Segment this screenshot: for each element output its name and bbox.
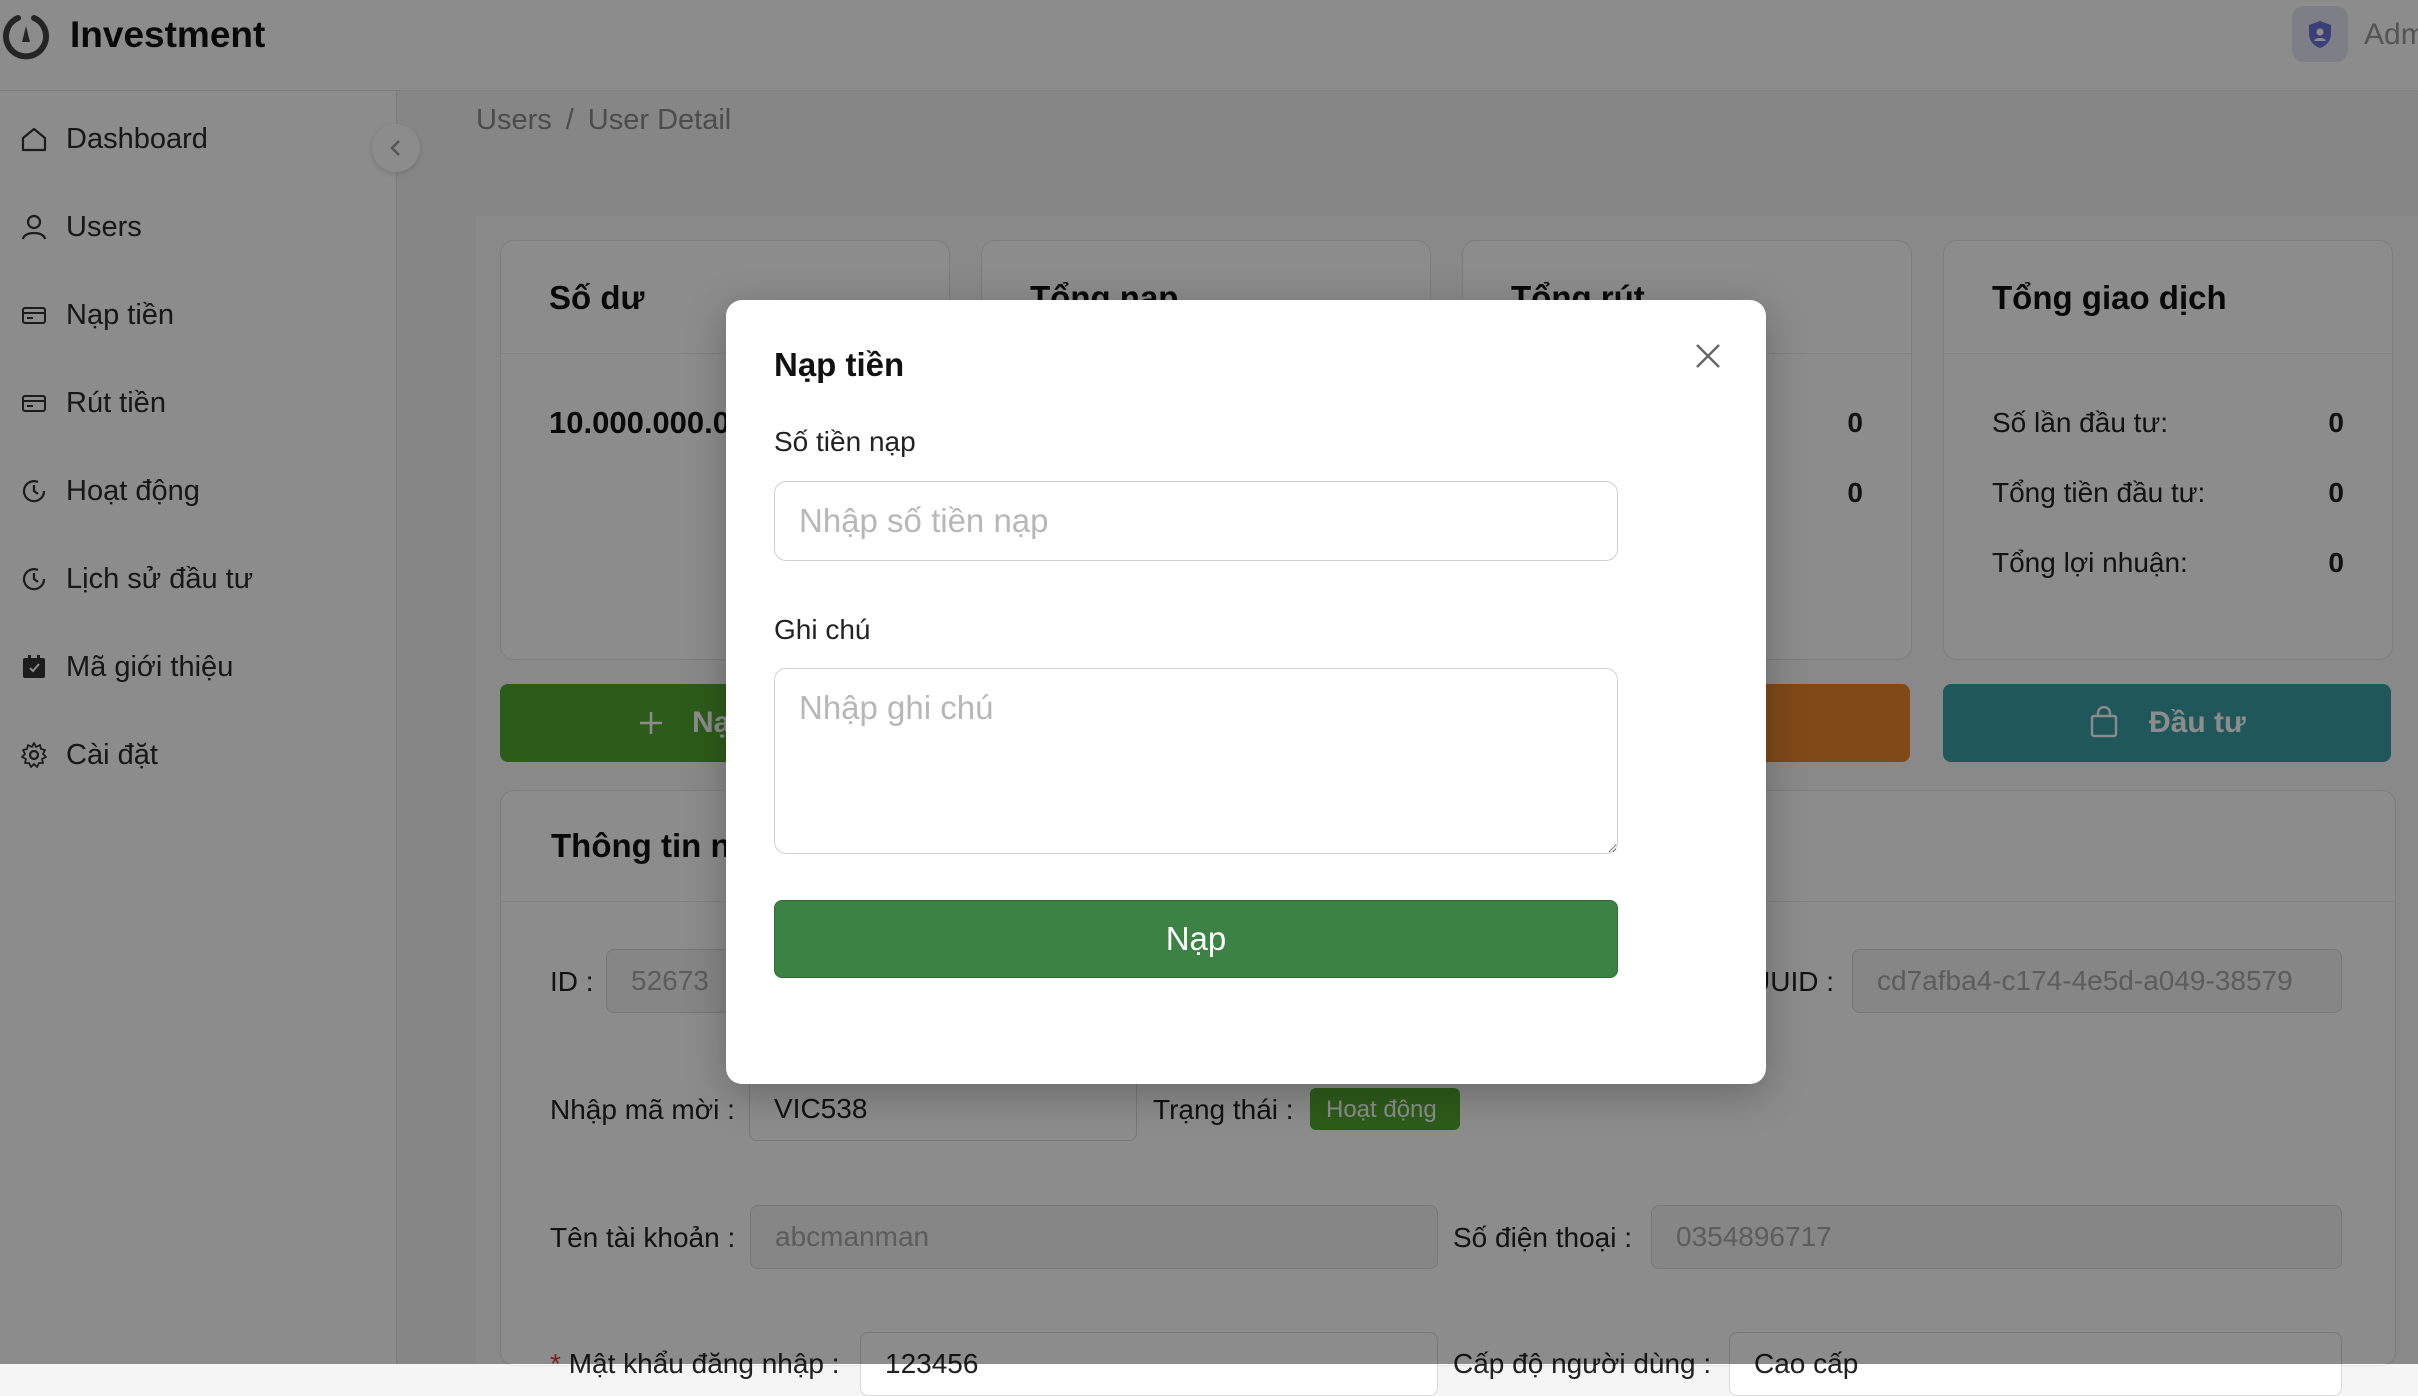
deposit-modal: Nạp tiền Số tiền nạp Ghi chú Nạp [726,300,1766,1084]
close-icon [1696,344,1720,368]
amount-input[interactable] [774,481,1618,561]
close-button[interactable] [1688,336,1728,376]
amount-label: Số tiền nạp [774,426,916,457]
submit-deposit-button[interactable]: Nạp [774,900,1618,978]
note-textarea[interactable] [774,668,1618,854]
note-label: Ghi chú [774,614,871,645]
modal-title: Nạp tiền [774,346,905,383]
